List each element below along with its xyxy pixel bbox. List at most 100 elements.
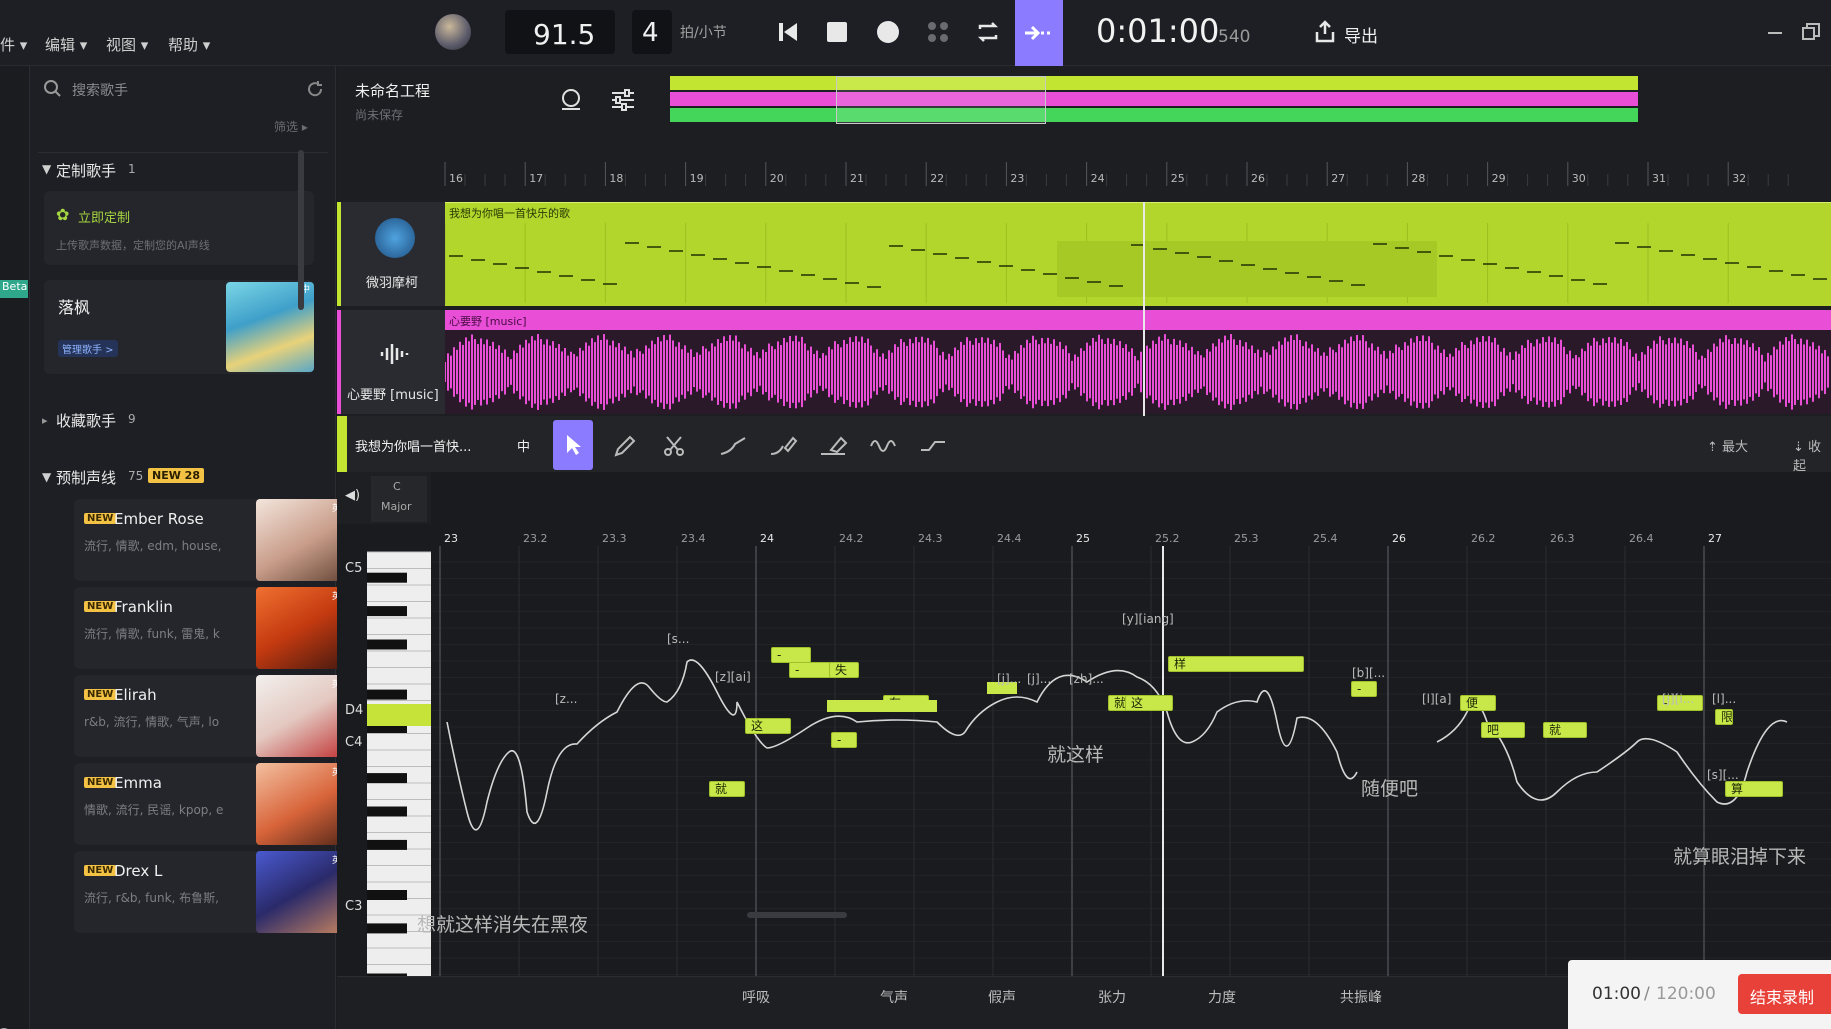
beats-value: 4 — [642, 18, 659, 48]
sidebar-scrollbar[interactable] — [298, 150, 304, 310]
param-tab[interactable]: 呼吸 — [742, 987, 770, 1007]
custom-singer-title[interactable]: 定制歌手 — [56, 160, 116, 181]
maximize-button[interactable]: ⇡ 最大 — [1707, 436, 1748, 455]
note-block[interactable]: - — [771, 647, 811, 663]
singer-card[interactable]: NEWDrex L流行, r&b, funk, 布鲁斯,英 — [74, 851, 344, 933]
chevron-down-icon[interactable]: ▼ — [42, 470, 51, 484]
vocal-pitch-preview — [445, 223, 1827, 303]
menu-file[interactable]: 件 ▾ — [0, 34, 27, 55]
note-block[interactable]: 限 — [1715, 709, 1733, 725]
pitch-draw-icon[interactable] — [769, 434, 799, 458]
vocal-clip[interactable]: 我想为你唱一首快乐的歌 — [445, 202, 1831, 306]
singer-card-luofeng[interactable]: 落枫 管理歌手 > 中 — [44, 280, 314, 374]
phoneme-label: [s... — [667, 632, 690, 646]
param-tab[interactable]: 张力 — [1098, 987, 1126, 1007]
tempo-value: 91.5 — [533, 18, 596, 51]
note-block[interactable]: - — [831, 732, 857, 748]
pencil-icon[interactable] — [613, 434, 637, 458]
param-tab[interactable]: 共振峰 — [1340, 987, 1382, 1007]
overview-minimap[interactable] — [670, 76, 1638, 124]
chevron-right-icon[interactable]: ▸ — [42, 414, 48, 427]
singer-card[interactable]: NEWEmma情歌, 流行, 民谣, kpop, e英 — [74, 763, 344, 845]
menu-help[interactable]: 帮助 ▾ — [168, 34, 210, 55]
note-block[interactable]: 这 — [1125, 695, 1173, 711]
music-clip[interactable]: 心要野 [music] — [445, 310, 1831, 414]
note-block[interactable]: 就 — [709, 781, 745, 797]
follow-button[interactable] — [1015, 0, 1063, 66]
manage-singer-badge[interactable]: 管理歌手 > — [58, 340, 118, 357]
custom-singer-action[interactable]: 立即定制 — [78, 207, 130, 226]
stop-icon[interactable] — [826, 21, 848, 43]
playhead-arrange[interactable] — [1143, 202, 1145, 416]
editor-track-name[interactable]: 我想为你唱一首快... — [355, 436, 471, 455]
note-block[interactable] — [827, 700, 937, 712]
bar-number: 19 — [690, 172, 704, 185]
record-icon[interactable] — [876, 20, 900, 44]
beats-box[interactable]: 4 — [632, 10, 672, 54]
bar-number: 22 — [930, 172, 944, 185]
bar-ruler[interactable]: 16 17 18 19 20 21 22 23 24 25 26 27 28 29 30 31 32 — [337, 136, 1831, 186]
vibrato-icon[interactable] — [869, 434, 899, 458]
singer-card[interactable]: NEWEmber Rose流行, 情歌, edm, house,英 — [74, 499, 344, 581]
refresh-icon[interactable] — [306, 80, 324, 98]
chevron-down-icon[interactable]: ▼ — [42, 162, 51, 176]
phoneme-label: [z... — [555, 692, 578, 706]
bar-number: 28 — [1411, 172, 1425, 185]
lyric-line: 随便吧 — [1361, 778, 1419, 800]
select-tool-button[interactable] — [553, 420, 593, 470]
note-block[interactable]: 算 — [1725, 781, 1783, 797]
param-tab[interactable]: 假声 — [988, 987, 1016, 1007]
custom-singer-count: 1 — [128, 162, 136, 176]
singer-card[interactable]: NEWFranklin流行, 情歌, funk, 雷鬼, k英 — [74, 587, 344, 669]
singer-card[interactable]: NEWElirahr&b, 流行, 情歌, 气声, lo英 — [74, 675, 344, 757]
singer-thumbnail — [256, 851, 344, 933]
bar-number: 17 — [529, 172, 543, 185]
note-block[interactable]: - — [1351, 681, 1377, 697]
minimize-icon[interactable] — [1766, 24, 1784, 42]
bar-number: 21 — [850, 172, 864, 185]
stop-recording-button[interactable]: 结束录制 — [1738, 974, 1831, 1014]
arrangement-panel: 未命名工程 尚未保存 16 17 18 19 20 21 22 23 24 25 26 27 28 29 3… — [337, 66, 1831, 416]
loop-icon[interactable] — [975, 19, 1001, 45]
bar-number: 31 — [1652, 172, 1666, 185]
lang-selector[interactable]: 中 — [517, 436, 530, 455]
export-button[interactable]: 导出 — [1314, 18, 1404, 48]
tempo-box[interactable]: 91.5 — [505, 10, 615, 54]
pitch-erase-icon[interactable] — [819, 434, 849, 458]
param-tab[interactable]: 力度 — [1208, 987, 1236, 1007]
pitch-transition-icon[interactable] — [919, 434, 949, 458]
custom-singer-card[interactable]: ✿ 立即定制 上传歌声数据，定制您的AI声线 — [44, 191, 314, 265]
note-block[interactable]: 便 — [1460, 695, 1496, 711]
note-block[interactable]: 就 — [1543, 722, 1587, 738]
note-block[interactable]: 失 — [829, 662, 859, 678]
menu-view[interactable]: 视图 ▾ — [106, 34, 148, 55]
vocal-track-header[interactable]: 微羽摩柯 — [337, 202, 445, 306]
pitch-line-icon[interactable] — [719, 434, 749, 458]
skip-back-icon[interactable] — [776, 20, 800, 44]
grid-icon[interactable] — [926, 20, 950, 44]
note-block[interactable]: 吧 — [1481, 722, 1525, 738]
search-input[interactable]: 搜索歌手 — [72, 80, 128, 100]
restore-icon[interactable] — [1801, 22, 1821, 42]
scissors-icon[interactable] — [662, 434, 686, 458]
favorites-title[interactable]: 收藏歌手 — [56, 410, 116, 431]
preset-title[interactable]: 预制声线 — [56, 467, 116, 488]
note-block[interactable]: 这 — [745, 718, 791, 734]
param-tab[interactable]: 气声 — [880, 987, 908, 1007]
metronome-icon[interactable] — [559, 88, 583, 112]
lyric-line: 想就这样消失在黑夜 — [417, 914, 589, 936]
filter-button[interactable]: 筛选 ▸ — [274, 118, 308, 135]
singer-avatar — [375, 218, 415, 258]
ruler-bg — [337, 136, 1831, 186]
user-avatar[interactable] — [435, 14, 471, 50]
viewport-window[interactable] — [836, 76, 1046, 124]
speaker-icon[interactable]: ◀) — [345, 488, 360, 503]
menu-edit[interactable]: 编辑 ▾ — [45, 34, 87, 55]
mixer-icon[interactable] — [610, 88, 636, 112]
collapse-button[interactable]: ⇣ 收起 — [1793, 436, 1831, 474]
music-track-header[interactable]: 心要野 [music] — [337, 310, 445, 414]
search-bar[interactable]: 搜索歌手 — [38, 72, 328, 106]
note-block[interactable]: 样 — [1168, 656, 1304, 672]
singer-name: Drex L — [114, 862, 163, 880]
music-waveform — [445, 334, 1829, 410]
